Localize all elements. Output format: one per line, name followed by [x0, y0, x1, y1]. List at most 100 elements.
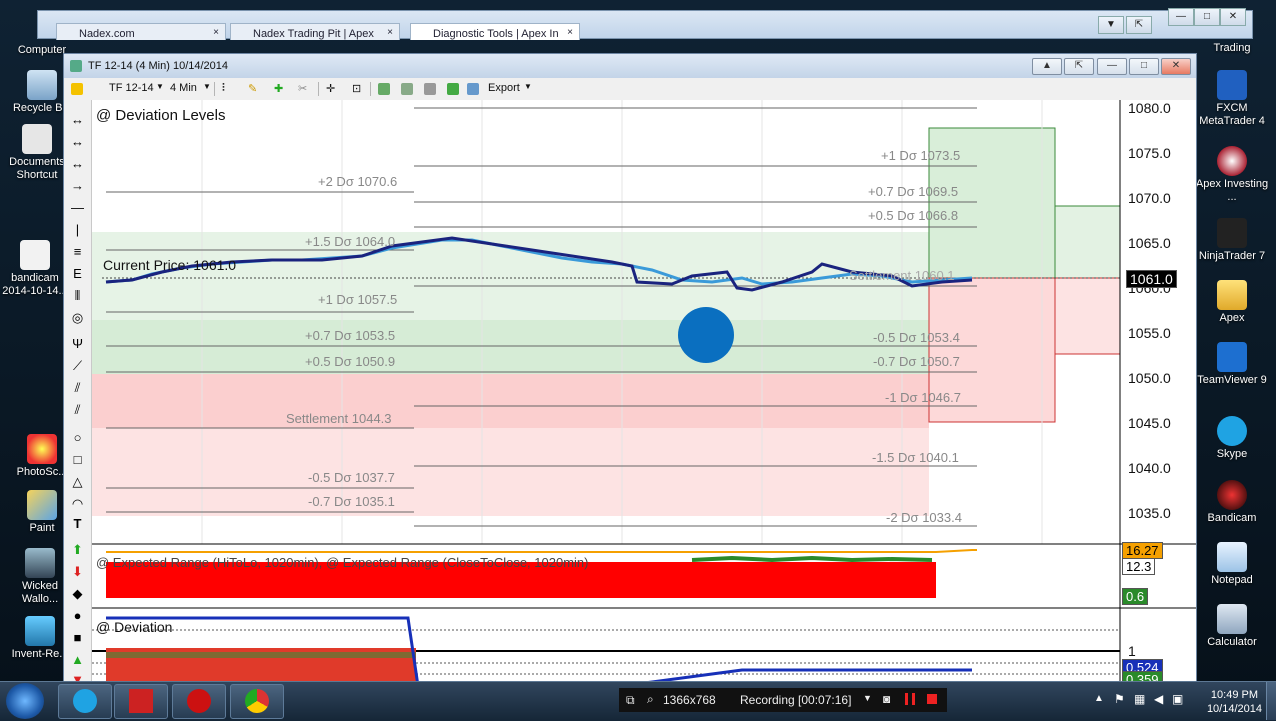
- line-tool-icon[interactable]: ↔: [70, 112, 85, 127]
- parallel-lines-icon[interactable]: ⫽: [70, 402, 85, 417]
- desktop-icon-skype[interactable]: Skype: [1195, 416, 1269, 461]
- dot-icon[interactable]: ●: [70, 608, 85, 623]
- video-file-icon: [20, 240, 50, 270]
- circles-icon[interactable]: ◎: [70, 310, 85, 325]
- browser-minimize-icon[interactable]: —: [1168, 8, 1194, 26]
- tab-close-icon[interactable]: ×: [213, 27, 219, 38]
- arrow-up-icon[interactable]: ⬆: [70, 542, 85, 557]
- drawing-tools-sidebar: ↔ ↔ ↔ → — | ≡ E ⦀ ◎ Ψ ⟋ ⫽ ⫽ ○ □ △ ◠ T ⬆ …: [64, 100, 92, 687]
- stop-icon[interactable]: [927, 694, 937, 704]
- regression-channel-icon[interactable]: ⫽: [70, 380, 85, 395]
- text-icon[interactable]: T: [70, 516, 85, 531]
- instrument-chevron-down-icon[interactable]: ▼: [156, 82, 164, 91]
- arrow-line-icon[interactable]: →: [70, 178, 85, 193]
- pencil-icon[interactable]: ✎: [248, 82, 257, 95]
- crosshair-icon[interactable]: ✛: [326, 82, 335, 95]
- screenshot-icon[interactable]: [424, 83, 436, 95]
- arrow-down-icon[interactable]: ⬇: [70, 564, 85, 579]
- volume-icon[interactable]: ◀: [1154, 692, 1163, 706]
- recording-menu-chevron-icon[interactable]: ▼: [863, 693, 872, 703]
- maximize-button[interactable]: □: [1129, 58, 1159, 75]
- properties-icon[interactable]: [467, 83, 479, 95]
- triangle-icon[interactable]: △: [70, 474, 85, 489]
- export-chevron-down-icon[interactable]: ▼: [524, 82, 532, 91]
- data-box-icon[interactable]: [401, 83, 413, 95]
- browser-close-icon[interactable]: ✕: [1220, 8, 1246, 26]
- instrument-selector[interactable]: TF 12-14: [109, 82, 154, 94]
- desktop-icon-teamviewer[interactable]: TeamViewer 9: [1195, 342, 1269, 387]
- taskbar-skype[interactable]: [58, 684, 112, 719]
- time-zones-icon[interactable]: ⦀: [70, 288, 85, 303]
- desktop-icon-notepad[interactable]: Notepad: [1195, 542, 1269, 587]
- clock-date: 10/14/2014: [1206, 703, 1262, 715]
- strategies-icon[interactable]: [378, 83, 390, 95]
- diamond-icon[interactable]: ◆: [70, 586, 85, 601]
- minimize-button[interactable]: —: [1097, 58, 1127, 75]
- dollar-icon[interactable]: [447, 83, 459, 95]
- rectangle-icon[interactable]: □: [70, 452, 85, 467]
- close-button[interactable]: ✕: [1161, 58, 1191, 75]
- taskbar-clock[interactable]: 10:49 PM 10/14/2014: [1207, 688, 1262, 716]
- gann-fan-icon[interactable]: ⟋: [70, 358, 85, 373]
- interval-selector[interactable]: 4 Min: [170, 82, 197, 94]
- ray-tool-icon[interactable]: ↔: [70, 134, 85, 149]
- desktop-icon-calculator[interactable]: Calculator: [1195, 604, 1269, 649]
- tray-app-icon[interactable]: ▣: [1172, 692, 1183, 706]
- network-icon[interactable]: ▦: [1134, 692, 1145, 706]
- camera-icon[interactable]: ◙: [883, 692, 890, 706]
- taskbar-ninjatrader[interactable]: [114, 684, 168, 719]
- browser-restore-icon[interactable]: ⇱: [1126, 16, 1152, 34]
- browser-tab-active[interactable]: Diagnostic Tools | Apex In ×: [410, 23, 580, 40]
- interval-chevron-down-icon[interactable]: ▼: [203, 82, 211, 91]
- zoom-icon[interactable]: ⊡: [352, 82, 361, 95]
- bar-type-icon[interactable]: ⫶: [222, 82, 225, 95]
- flag-icon[interactable]: ⚑: [1114, 692, 1125, 706]
- tab-close-icon[interactable]: ×: [567, 27, 573, 38]
- desktop-icon-trading[interactable]: Trading: [1195, 42, 1269, 55]
- add-indicator-icon[interactable]: ✚: [274, 82, 283, 95]
- andrews-pitchfork-icon[interactable]: Ψ: [70, 336, 85, 351]
- extended-line-icon[interactable]: ↔: [70, 156, 85, 171]
- level-label: +0.7 Dσ 1069.5: [868, 184, 959, 199]
- arc-icon[interactable]: ◠: [70, 496, 85, 511]
- vertical-line-icon[interactable]: |: [70, 222, 85, 237]
- taskbar-chrome[interactable]: [230, 684, 284, 719]
- export-menu[interactable]: Export: [488, 82, 520, 94]
- start-button[interactable]: [6, 683, 44, 719]
- horizontal-line-icon[interactable]: —: [70, 200, 85, 215]
- magnifier-icon[interactable]: ⌕: [647, 692, 654, 707]
- fib-retracement-icon[interactable]: ≡: [70, 244, 85, 259]
- window-icon[interactable]: ⧉: [626, 693, 635, 708]
- move-up-button[interactable]: ▲: [1032, 58, 1062, 75]
- pause-icon[interactable]: [905, 693, 915, 705]
- chart-window-icon: [70, 60, 82, 72]
- show-desktop-button[interactable]: [1266, 682, 1276, 720]
- desktop-icon-bandicam[interactable]: Bandicam: [1195, 480, 1269, 525]
- documents-shortcut-icon: [22, 124, 52, 154]
- remove-indicator-icon[interactable]: ✂: [298, 82, 307, 95]
- current-price-tag: 1061.0: [1126, 270, 1177, 288]
- taskbar-bandicam[interactable]: [172, 684, 226, 719]
- desktop-icon-apex-investing[interactable]: Apex Investing ...: [1195, 146, 1269, 204]
- deviation-histogram-green: [106, 652, 416, 658]
- browser-tab[interactable]: Nadex.com ×: [56, 23, 226, 40]
- tab-label: Diagnostic Tools | Apex In: [433, 28, 559, 40]
- desktop-icon-ninjatrader[interactable]: NinjaTrader 7: [1195, 218, 1269, 263]
- detach-button[interactable]: ⇱: [1064, 58, 1094, 75]
- square-icon[interactable]: ■: [70, 630, 85, 645]
- desktop-icon-apex-folder[interactable]: Apex: [1195, 280, 1269, 325]
- draw-tool-icon[interactable]: [71, 83, 83, 95]
- browser-maximize-icon[interactable]: □: [1194, 8, 1220, 26]
- browser-tab[interactable]: Nadex Trading Pit | Apex ×: [230, 23, 400, 40]
- browser-menu-chevron-icon[interactable]: ▼: [1098, 16, 1124, 34]
- desktop-icon-bandicam-file[interactable]: bandicam 2014-10-14...: [0, 240, 72, 298]
- desktop-icon-fxcm[interactable]: FXCM MetaTrader 4: [1195, 70, 1269, 128]
- tray-chevron-up-icon[interactable]: ▲: [1094, 693, 1104, 704]
- fib-extension-icon[interactable]: E: [70, 266, 85, 281]
- chart-area[interactable]: @ Deviation Levels Current Price: 1061.0…: [92, 100, 1196, 686]
- red-zone-left: [92, 374, 929, 428]
- recording-bar: ⧉ ⌕ 1366x768 Recording [00:07:16] ▼ ◙: [619, 688, 947, 712]
- ellipse-icon[interactable]: ○: [70, 430, 85, 445]
- tab-close-icon[interactable]: ×: [387, 27, 393, 38]
- triangle-up-icon[interactable]: ▲: [70, 652, 85, 667]
